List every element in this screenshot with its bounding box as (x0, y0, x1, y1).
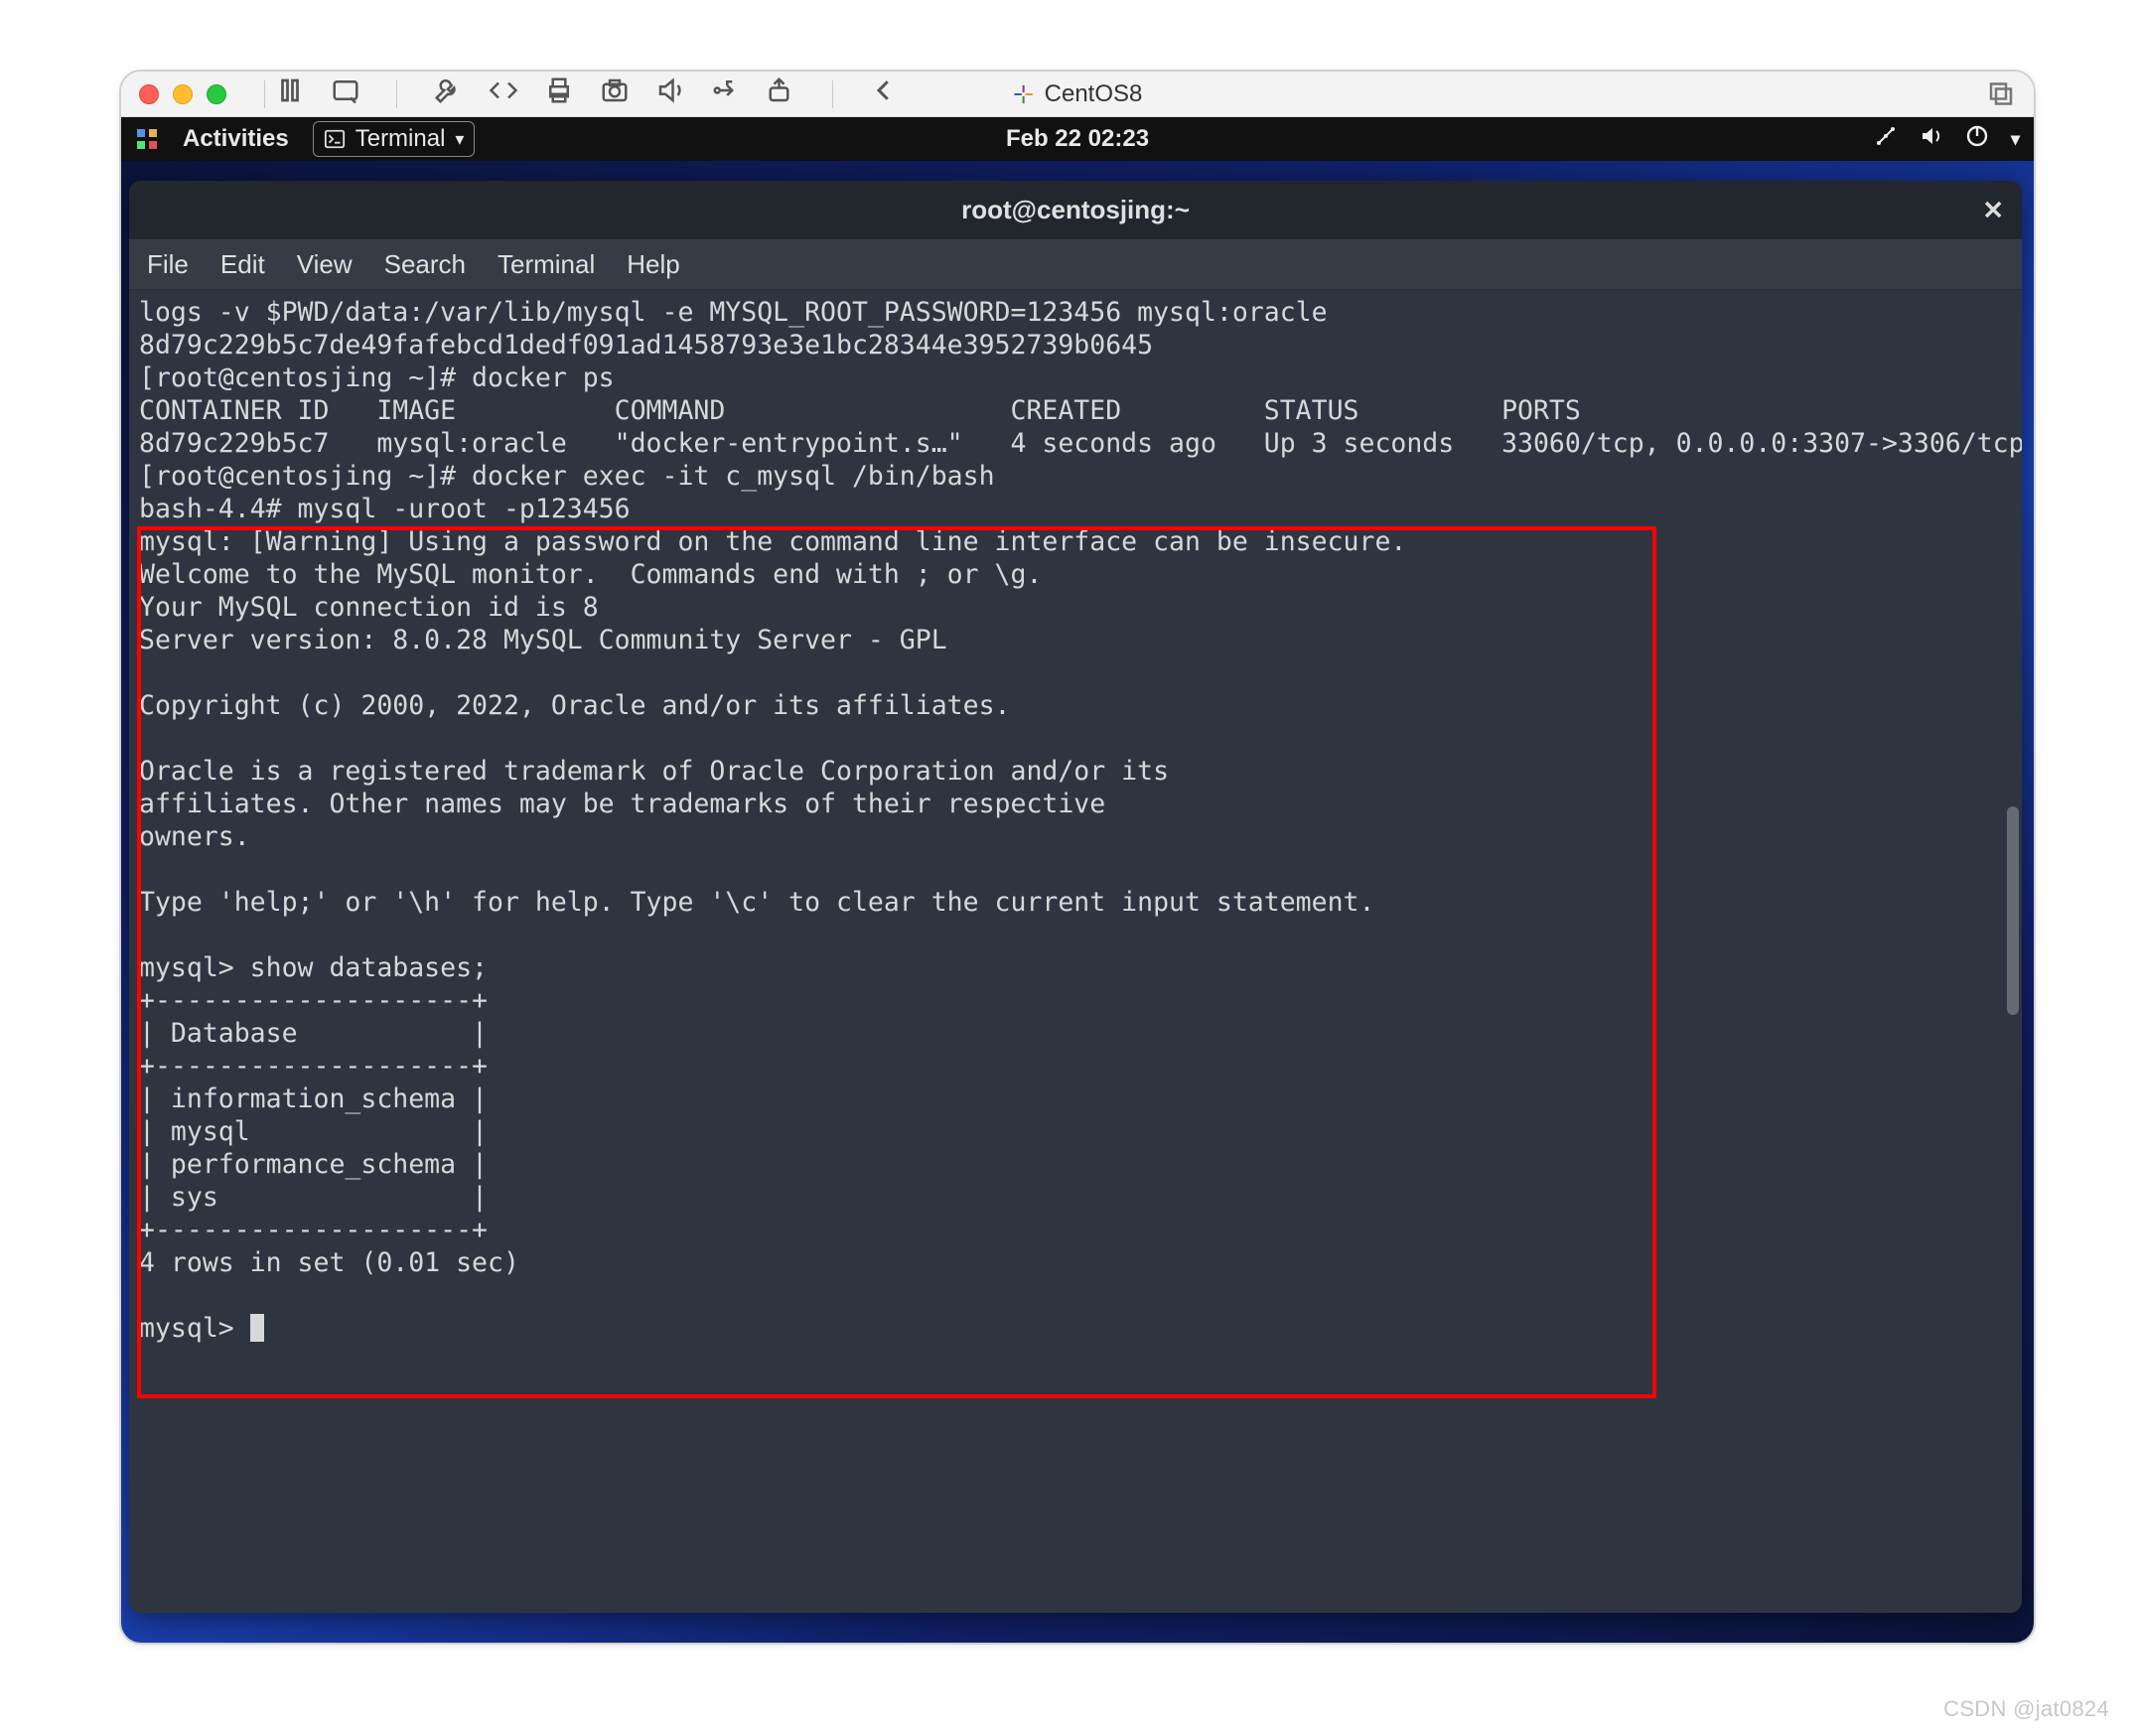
terminal-output-highlighted: [root@centosjing ~]# docker exec -it c_m… (139, 461, 1406, 1344)
host-vm-title-text: CentOS8 (1045, 80, 1143, 108)
code-icon[interactable] (489, 75, 518, 112)
terminal-window: root@centosjing:~ ✕ File Edit View Searc… (129, 181, 2022, 1613)
desktop-background: root@centosjing:~ ✕ File Edit View Searc… (121, 161, 2034, 1643)
activities-button[interactable]: Activities (183, 125, 289, 153)
terminal-output-top: logs -v $PWD/data:/var/lib/mysql -e MYSQ… (139, 297, 2022, 459)
scrollbar-thumb[interactable] (2007, 806, 2019, 1015)
menu-edit[interactable]: Edit (220, 249, 265, 280)
vm-window-frame: CentOS8 Activities Terminal ▾ Feb 22 02:… (119, 70, 2036, 1645)
terminal-title-text: root@centosjing:~ (961, 195, 1190, 225)
app-menu-label: Terminal (356, 125, 446, 153)
wrench-icon[interactable] (433, 75, 463, 112)
separator (396, 80, 397, 108)
volume-icon[interactable] (1920, 124, 1943, 155)
centos-icon (1013, 83, 1035, 105)
minimize-icon[interactable] (173, 84, 193, 104)
share-icon[interactable] (767, 75, 796, 112)
power-icon[interactable] (1965, 124, 1989, 155)
close-icon[interactable] (139, 84, 159, 104)
printer-icon[interactable] (544, 75, 574, 112)
back-icon[interactable] (869, 75, 899, 112)
menu-view[interactable]: View (297, 249, 353, 280)
chevron-down-icon[interactable]: ▾ (2011, 129, 2020, 150)
menu-search[interactable]: Search (384, 249, 466, 280)
activities-icon[interactable] (135, 127, 159, 151)
watermark: CSDN @jat0824 (1943, 1696, 2109, 1722)
host-toolbar (275, 75, 899, 112)
separator (264, 80, 265, 108)
host-titlebar-right (1986, 75, 2016, 112)
host-vm-title: CentOS8 (1013, 80, 1143, 108)
zoom-icon[interactable] (207, 84, 226, 104)
pause-icon[interactable] (275, 75, 305, 112)
menu-terminal[interactable]: Terminal (498, 249, 595, 280)
gnome-top-bar: Activities Terminal ▾ Feb 22 02:23 ▾ (121, 117, 2034, 161)
usb-icon[interactable] (711, 75, 741, 112)
window-multi-icon[interactable] (1986, 75, 2016, 112)
terminal-menubar: File Edit View Search Terminal Help (129, 240, 2022, 290)
clock[interactable]: Feb 22 02:23 (1006, 125, 1149, 153)
traffic-lights (139, 84, 226, 104)
volume-icon[interactable] (655, 75, 685, 112)
network-icon[interactable] (1874, 124, 1898, 155)
terminal-body[interactable]: logs -v $PWD/data:/var/lib/mysql -e MYSQ… (129, 290, 2022, 1613)
separator (832, 80, 833, 108)
chevron-down-icon: ▾ (455, 129, 464, 150)
snapshot-icon[interactable] (331, 75, 360, 112)
menu-file[interactable]: File (147, 249, 189, 280)
camera-icon[interactable] (600, 75, 630, 112)
app-menu[interactable]: Terminal ▾ (313, 121, 476, 157)
terminal-titlebar[interactable]: root@centosjing:~ ✕ (129, 181, 2022, 240)
terminal-cursor (250, 1314, 264, 1342)
menu-help[interactable]: Help (627, 249, 679, 280)
host-titlebar: CentOS8 (121, 72, 2034, 117)
close-icon[interactable]: ✕ (1982, 195, 2004, 225)
